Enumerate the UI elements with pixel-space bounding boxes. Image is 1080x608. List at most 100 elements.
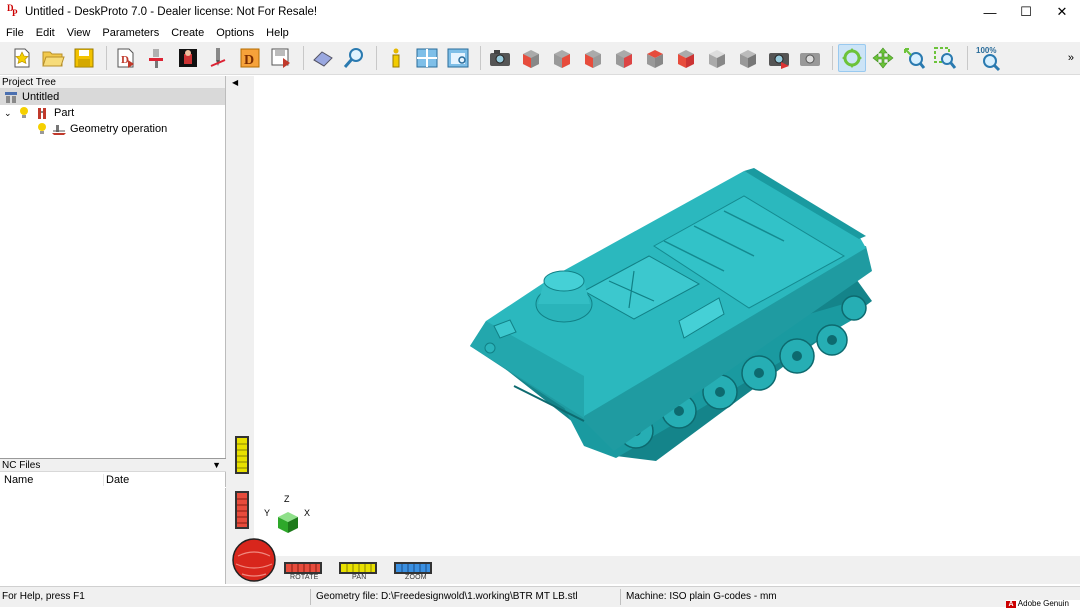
tree-item-label: Geometry operation: [70, 123, 168, 135]
dropdown-arrow-icon[interactable]: ▼: [212, 459, 221, 472]
tree-item-untitled[interactable]: Untitled: [0, 89, 225, 105]
zoom-search-button[interactable]: [340, 44, 368, 72]
zoom-label: ZOOM: [405, 574, 427, 581]
cutter-button[interactable]: [205, 44, 233, 72]
zoom-in-button[interactable]: [900, 44, 928, 72]
pan-mode-button[interactable]: [869, 44, 897, 72]
geometry-operation-icon: [52, 125, 66, 135]
part-tree-icon: [38, 108, 46, 119]
rotate-mode-icon: [842, 48, 862, 68]
screenshot-alt-button[interactable]: [796, 44, 824, 72]
layout-button[interactable]: [413, 44, 441, 72]
nc-files-panel: NC Files ▼ Name Date: [0, 458, 226, 584]
pan-bar-icon[interactable]: [339, 562, 377, 574]
view-bottom-button[interactable]: [672, 44, 700, 72]
status-bar: For Help, press F1 Geometry file: D:\Fre…: [0, 586, 1080, 608]
zoom-box-icon: [934, 47, 957, 69]
view-right-button[interactable]: [610, 44, 638, 72]
zoom-slider-icon[interactable]: [235, 491, 249, 529]
import-geometry-button[interactable]: D: [112, 44, 140, 72]
layout-icon: [416, 48, 438, 68]
save-button[interactable]: [70, 44, 98, 72]
pan-label: PAN: [352, 574, 367, 581]
toolbar-overflow-button[interactable]: »: [1068, 52, 1074, 64]
new-project-button[interactable]: [8, 44, 36, 72]
rotate-ball-icon[interactable]: [232, 538, 278, 584]
rotate-label: ROTATE: [290, 574, 319, 581]
title-bar: DP Untitled - DeskProto 7.0 - Dealer lic…: [0, 0, 1080, 24]
view-bottom-icon: [678, 50, 694, 68]
status-geometry-file: Geometry file: D:\Freedesignwold\1.worki…: [316, 591, 578, 602]
new-project-icon: [14, 48, 30, 68]
nc-files-header: NC Files ▼: [0, 459, 226, 472]
tree-item-geometry-operation[interactable]: Geometry operation: [0, 121, 225, 137]
menu-parameters[interactable]: Parameters: [96, 27, 165, 39]
zoom-100-button[interactable]: 100%: [973, 44, 1007, 72]
camera-button[interactable]: [486, 44, 514, 72]
collapse-chevron-icon[interactable]: ⌄: [4, 108, 16, 119]
view-top-button[interactable]: [641, 44, 669, 72]
eraser-button[interactable]: [309, 44, 337, 72]
column-header-name[interactable]: Name: [0, 473, 104, 486]
axis-z-label: Z: [284, 494, 290, 504]
frame-button[interactable]: [444, 44, 472, 72]
3d-viewport[interactable]: [254, 76, 1072, 556]
project-icon: [5, 92, 17, 103]
status-help: For Help, press F1: [2, 591, 85, 602]
close-button[interactable]: ✕: [1044, 0, 1080, 24]
material-button[interactable]: [174, 44, 202, 72]
tree-item-label: Part: [54, 107, 75, 119]
axis-x-label: X: [304, 508, 311, 518]
screenshot-button[interactable]: [765, 44, 793, 72]
export-icon: [271, 48, 290, 68]
info-icon: [392, 48, 400, 68]
view-front-icon: [523, 50, 539, 68]
maximize-button[interactable]: ☐: [1008, 0, 1044, 24]
axis-cube-icon: [278, 512, 298, 533]
svg-text:D: D: [244, 53, 254, 68]
rotate-bar-icon[interactable]: [284, 562, 322, 574]
visibility-bulb-icon[interactable]: [18, 106, 30, 120]
visibility-bulb-icon[interactable]: [36, 122, 48, 136]
toolbar-separator: [832, 46, 833, 70]
nc-files-title: NC Files: [2, 460, 41, 471]
view-back-button[interactable]: [548, 44, 576, 72]
pan-slider-icon[interactable]: [235, 436, 249, 474]
machine-button[interactable]: [143, 44, 171, 72]
open-button[interactable]: [39, 44, 67, 72]
status-machine: Machine: ISO plain G-codes - mm: [626, 591, 777, 602]
zoom-100-icon: 100%: [976, 46, 1001, 72]
menu-options[interactable]: Options: [210, 27, 260, 39]
export-button[interactable]: [267, 44, 295, 72]
menu-create[interactable]: Create: [165, 27, 210, 39]
zoom-bar-icon[interactable]: [394, 562, 432, 574]
view-iso-icon: [709, 50, 725, 68]
main-toolbar: D D 100% »: [0, 42, 1080, 75]
nc-files-columns: Name Date: [0, 472, 226, 488]
camera-icon: [490, 50, 510, 66]
tree-item-part[interactable]: ⌄ Part: [0, 105, 225, 121]
collapse-arrow-icon[interactable]: ◀: [232, 78, 238, 87]
part-icon: D: [240, 48, 260, 68]
column-header-date[interactable]: Date: [104, 474, 129, 486]
menu-file[interactable]: File: [0, 27, 30, 39]
view-iso-gray-button[interactable]: [734, 44, 762, 72]
screenshot-alt-icon: [800, 53, 820, 66]
view-left-button[interactable]: [579, 44, 607, 72]
menu-view[interactable]: View: [61, 27, 97, 39]
zoom-box-button[interactable]: [931, 44, 959, 72]
pan-mode-icon: [872, 47, 894, 69]
rotate-mode-button[interactable]: [838, 44, 866, 72]
view-front-button[interactable]: [517, 44, 545, 72]
menu-edit[interactable]: Edit: [30, 27, 61, 39]
toolbar-separator: [376, 46, 377, 70]
part-button[interactable]: D: [236, 44, 264, 72]
zoom-in-icon: [904, 48, 926, 69]
tank-model[interactable]: [254, 76, 1072, 556]
open-folder-icon: [42, 51, 65, 67]
menu-help[interactable]: Help: [260, 27, 295, 39]
info-button[interactable]: [382, 44, 410, 72]
frame-icon: [447, 48, 469, 68]
minimize-button[interactable]: —: [972, 0, 1008, 24]
view-iso-button[interactable]: [703, 44, 731, 72]
